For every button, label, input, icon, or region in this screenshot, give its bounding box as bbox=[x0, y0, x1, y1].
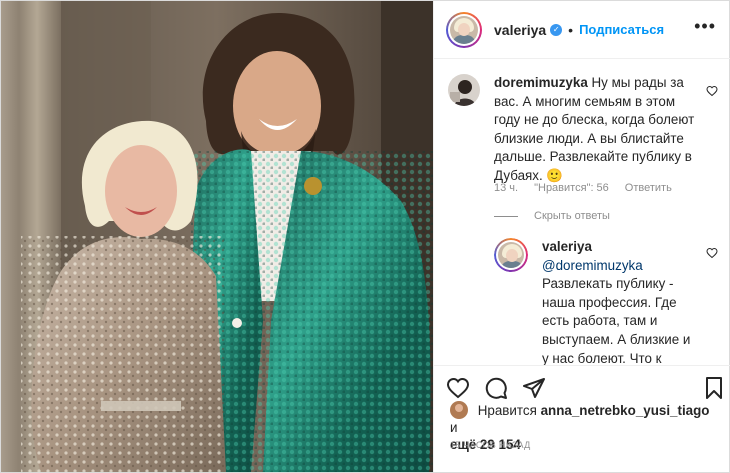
comment-meta: 13 ч. "Нравится": 56 Ответить bbox=[494, 182, 672, 194]
follow-button[interactable]: Подписаться bbox=[579, 22, 664, 37]
reply-avatar-ring[interactable] bbox=[494, 238, 528, 272]
comment-body: Ну мы рады за вас. А многим семьям в это… bbox=[494, 75, 695, 183]
commenter-avatar[interactable] bbox=[448, 74, 480, 106]
reply-text: valeriya @doremimuzyka Развлекать публик… bbox=[542, 238, 692, 365]
post-header: valeriya ✓ • Подписаться ••• bbox=[434, 1, 730, 59]
share-icon[interactable] bbox=[522, 376, 546, 400]
likes-prefix: Нравится bbox=[477, 403, 537, 418]
liker-avatar[interactable] bbox=[450, 401, 468, 419]
bookmark-icon[interactable] bbox=[702, 376, 726, 400]
avatar[interactable] bbox=[450, 15, 478, 44]
reply-button[interactable]: Ответить bbox=[625, 182, 672, 194]
post-side-panel: valeriya ✓ • Подписаться ••• doremimuzyk… bbox=[433, 1, 730, 472]
author-username[interactable]: valeriya bbox=[494, 22, 546, 38]
avatar bbox=[498, 242, 524, 268]
post-photo[interactable] bbox=[1, 1, 433, 472]
reply-username[interactable]: valeriya bbox=[542, 239, 592, 254]
liker-username[interactable]: anna_netrebko_yusi_tiago bbox=[541, 403, 710, 418]
comments-list[interactable]: doremimuzyka Ну мы рады за вас. А многим… bbox=[434, 60, 730, 365]
mention-link[interactable]: @doremimuzyka bbox=[542, 258, 643, 273]
comment-icon[interactable] bbox=[484, 376, 508, 400]
comment-text: doremimuzyka Ну мы рады за вас. А многим… bbox=[494, 74, 704, 186]
heart-icon[interactable] bbox=[446, 376, 470, 400]
comment-time[interactable]: 13 ч. bbox=[494, 182, 518, 194]
reply-body: Развлекать публику - наша профессия. Где… bbox=[542, 276, 691, 365]
heart-icon[interactable] bbox=[706, 247, 718, 259]
post-modal: valeriya ✓ • Подписаться ••• doremimuzyk… bbox=[0, 0, 730, 473]
hide-replies-label: Скрыть ответы bbox=[534, 210, 610, 222]
hide-replies-button[interactable]: Скрыть ответы bbox=[494, 210, 610, 222]
comment-username[interactable]: doremimuzyka bbox=[494, 75, 588, 90]
separator-dot: • bbox=[568, 21, 574, 38]
verified-badge-icon: ✓ bbox=[550, 23, 563, 36]
photo-illustration bbox=[1, 1, 433, 472]
story-ring[interactable] bbox=[446, 11, 482, 48]
likes-connector: и bbox=[450, 420, 458, 435]
post-timestamp[interactable]: 15 ЧАСОВ НАЗАД bbox=[450, 440, 531, 450]
heart-icon[interactable] bbox=[706, 85, 718, 97]
comment-like-count[interactable]: "Нравится": 56 bbox=[534, 182, 609, 194]
divider bbox=[494, 215, 518, 217]
more-options-icon[interactable]: ••• bbox=[694, 17, 716, 35]
